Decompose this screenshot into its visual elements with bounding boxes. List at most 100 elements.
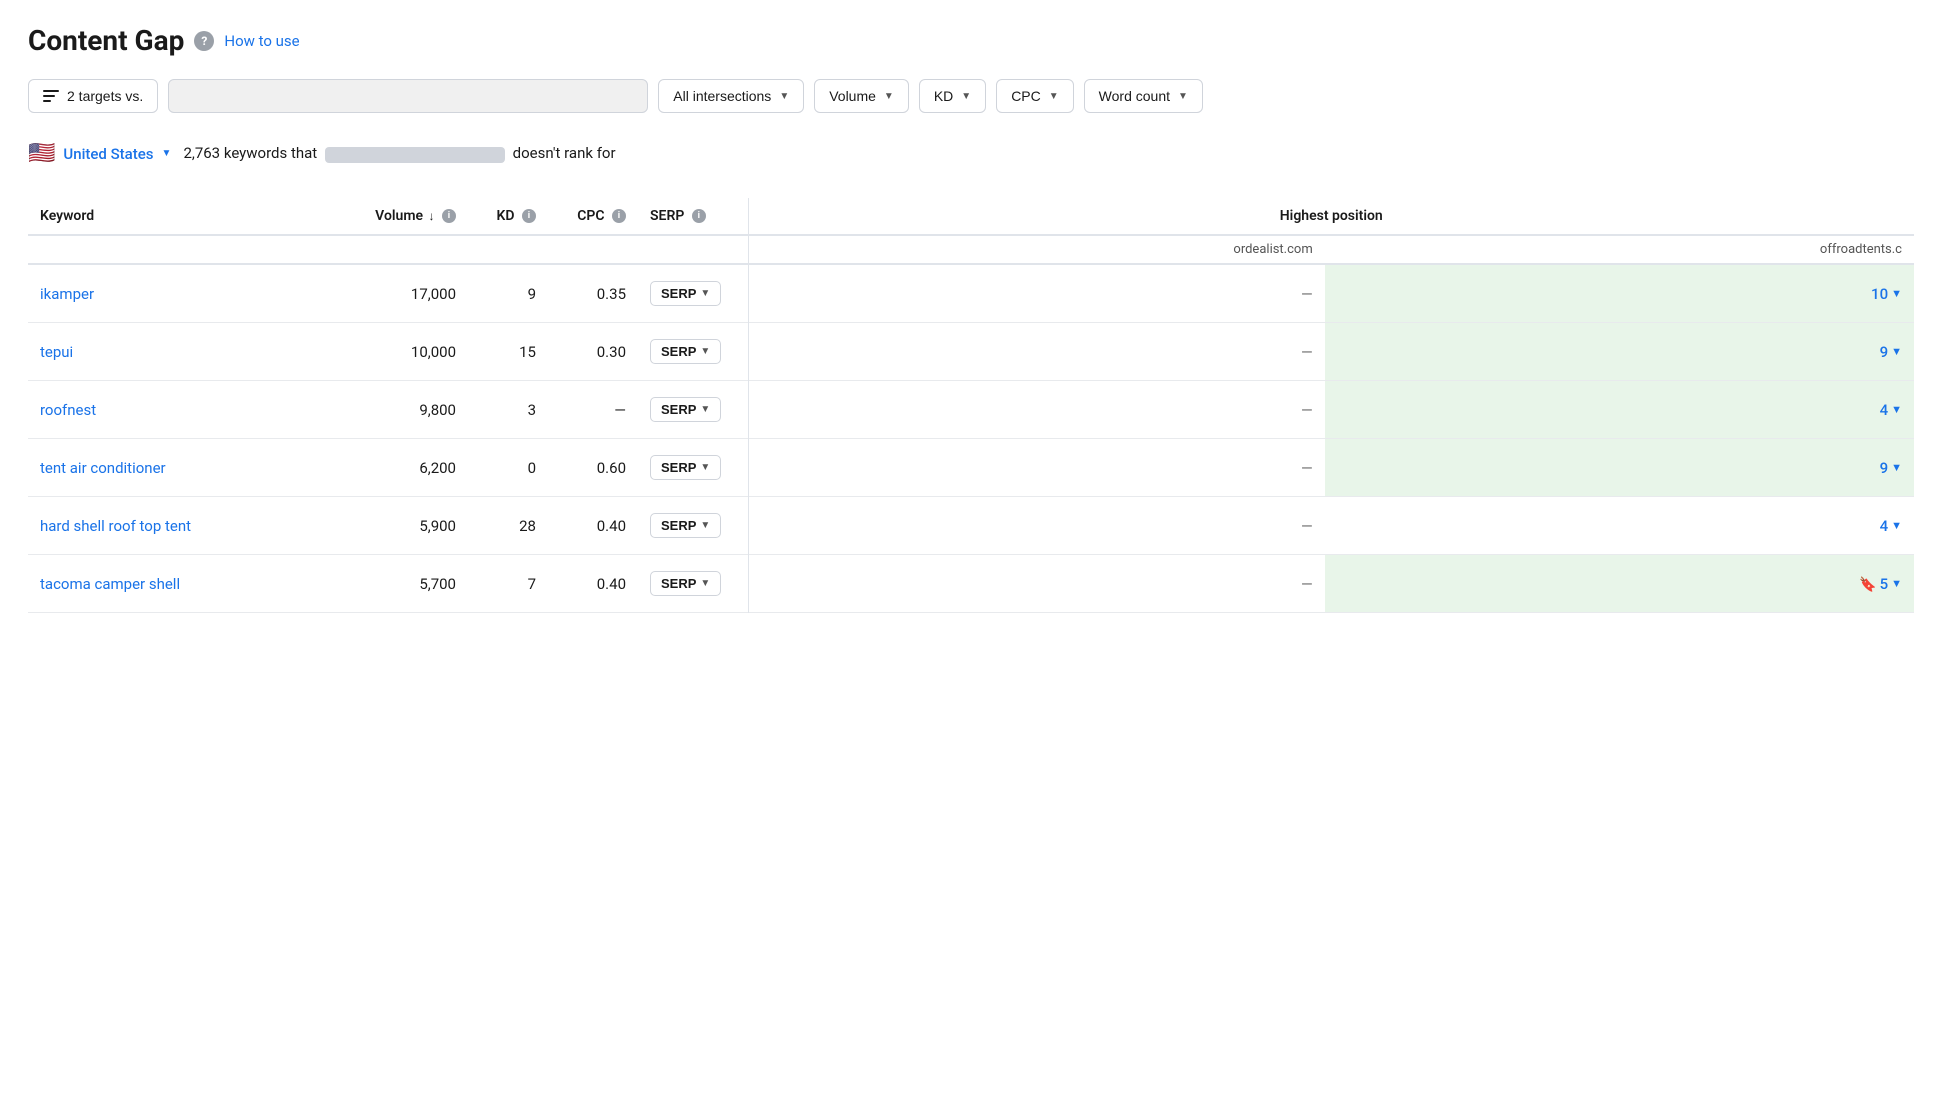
serp-button[interactable]: SERP ▼: [650, 455, 721, 480]
country-selector[interactable]: 🇺🇸 United States ▼: [28, 141, 171, 166]
target-input[interactable]: [168, 79, 648, 113]
serp-btn-label: SERP: [661, 402, 696, 417]
kd-label: KD: [934, 88, 953, 104]
position1-cell: —: [748, 381, 1325, 439]
serp-chevron-icon: ▼: [700, 462, 710, 473]
kd-cell: 28: [468, 497, 548, 555]
word-count-chevron-icon: ▼: [1178, 91, 1188, 102]
word-count-dropdown[interactable]: Word count ▼: [1084, 79, 1203, 113]
position2-chevron-icon: ▼: [1891, 461, 1902, 474]
serp-header: SERP i: [638, 198, 748, 235]
table-row: tent air conditioner6,20000.60SERP▼—9▼: [28, 439, 1914, 497]
position2-cell: 9▼: [1325, 439, 1914, 497]
position1-cell: —: [748, 323, 1325, 381]
serp-btn-label: SERP: [661, 518, 696, 533]
position1-cell: —: [748, 439, 1325, 497]
volume-chevron-icon: ▼: [884, 91, 894, 102]
keyword-link[interactable]: ikamper: [40, 285, 94, 303]
serp-btn-label: SERP: [661, 460, 696, 475]
cpc-cell: 0.40: [548, 497, 638, 555]
position2-chevron-icon: ▼: [1891, 403, 1902, 416]
position2-value: 9▼: [1880, 343, 1902, 361]
kd-cell: 0: [468, 439, 548, 497]
position2-chevron-icon: ▼: [1891, 287, 1902, 300]
country-name: United States: [63, 145, 153, 163]
intersections-dropdown[interactable]: All intersections ▼: [658, 79, 804, 113]
volume-cell: 17,000: [348, 264, 468, 323]
position2-chevron-icon: ▼: [1891, 345, 1902, 358]
table-row: ikamper17,00090.35SERP▼—10▼: [28, 264, 1914, 323]
position2-value: 4▼: [1880, 401, 1902, 419]
sub-header-empty-2: [348, 235, 468, 264]
serp-button[interactable]: SERP ▼: [650, 571, 721, 596]
position2-cell: 4▼: [1325, 381, 1914, 439]
country-chevron-icon: ▼: [162, 148, 172, 159]
cpc-info-icon[interactable]: i: [612, 209, 626, 223]
position1-value: —: [1301, 517, 1313, 535]
keyword-cell: ikamper: [28, 264, 348, 323]
kd-dropdown[interactable]: KD ▼: [919, 79, 986, 113]
filter-button[interactable]: 2 targets vs.: [28, 79, 158, 113]
position1-cell: —: [748, 555, 1325, 613]
help-icon[interactable]: ?: [194, 31, 214, 51]
serp-chevron-icon: ▼: [700, 578, 710, 589]
serp-cell: SERP ▼: [638, 439, 748, 497]
country-row: 🇺🇸 United States ▼ 2,763 keywords that d…: [28, 141, 1914, 178]
intersections-chevron-icon: ▼: [779, 91, 789, 102]
volume-info-icon[interactable]: i: [442, 209, 456, 223]
cpc-header: CPC i: [548, 198, 638, 235]
keyword-cell: tepui: [28, 323, 348, 381]
position1-cell: —: [748, 264, 1325, 323]
table-body: ikamper17,00090.35SERP▼—10▼tepui10,00015…: [28, 264, 1914, 613]
table-row: roofnest9,8003—SERP▼—4▼: [28, 381, 1914, 439]
serp-chevron-icon: ▼: [700, 520, 710, 531]
cpc-dropdown[interactable]: CPC ▼: [996, 79, 1073, 113]
table-row: hard shell roof top tent5,900280.40SERP▼…: [28, 497, 1914, 555]
kd-cell: 7: [468, 555, 548, 613]
position2-chevron-icon: ▼: [1891, 577, 1902, 590]
serp-btn-label: SERP: [661, 286, 696, 301]
volume-cell: 6,200: [348, 439, 468, 497]
position2-cell: 9▼: [1325, 323, 1914, 381]
cpc-cell: 0.35: [548, 264, 638, 323]
position2-chevron-icon: ▼: [1891, 519, 1902, 532]
word-count-label: Word count: [1099, 88, 1170, 104]
serp-button[interactable]: SERP▼: [650, 281, 721, 306]
volume-dropdown[interactable]: Volume ▼: [814, 79, 909, 113]
keyword-link[interactable]: tent air conditioner: [40, 459, 166, 477]
position2-value: 9▼: [1880, 459, 1902, 477]
position2-cell: 🔖5▼: [1325, 555, 1914, 613]
position2-value: 5▼: [1880, 575, 1902, 593]
table-sub-header-row: ordealist.com offroadtents.c: [28, 235, 1914, 264]
position1-value: —: [1301, 343, 1313, 361]
kd-chevron-icon: ▼: [961, 91, 971, 102]
how-to-use-link[interactable]: How to use: [224, 32, 299, 50]
keyword-link[interactable]: tepui: [40, 343, 73, 361]
sub-header-empty-1: [28, 235, 348, 264]
serp-info-icon[interactable]: i: [692, 209, 706, 223]
keyword-link[interactable]: hard shell roof top tent: [40, 517, 191, 535]
table-row: tepui10,000150.30SERP▼—9▼: [28, 323, 1914, 381]
position1-value: —: [1301, 575, 1313, 593]
cpc-cell: 0.40: [548, 555, 638, 613]
keywords-summary: 2,763 keywords that doesn't rank for: [183, 144, 615, 162]
kd-info-icon[interactable]: i: [522, 209, 536, 223]
keywords-text: keywords that: [224, 144, 321, 162]
serp-btn-label: SERP: [661, 576, 696, 591]
table-row: tacoma camper shell 5,70070.40 SERP ▼ — 🔖5▼: [28, 555, 1914, 613]
serp-button[interactable]: SERP ▼: [650, 513, 721, 538]
blurred-domain: [325, 147, 505, 163]
keyword-link[interactable]: roofnest: [40, 401, 96, 419]
cpc-cell: —: [548, 381, 638, 439]
keyword-link[interactable]: tacoma camper shell: [40, 575, 180, 593]
cpc-label: CPC: [1011, 88, 1041, 104]
serp-button[interactable]: SERP▼: [650, 339, 721, 364]
serp-chevron-icon: ▼: [700, 404, 710, 415]
serp-cell: SERP ▼: [638, 555, 748, 613]
filter-icon: [43, 90, 59, 102]
serp-button[interactable]: SERP ▼: [650, 397, 721, 422]
toolbar: 2 targets vs. All intersections ▼ Volume…: [28, 79, 1914, 113]
position2-value: 10▼: [1871, 285, 1902, 303]
volume-cell: 5,700: [348, 555, 468, 613]
serp-chevron-icon: ▼: [700, 346, 710, 357]
